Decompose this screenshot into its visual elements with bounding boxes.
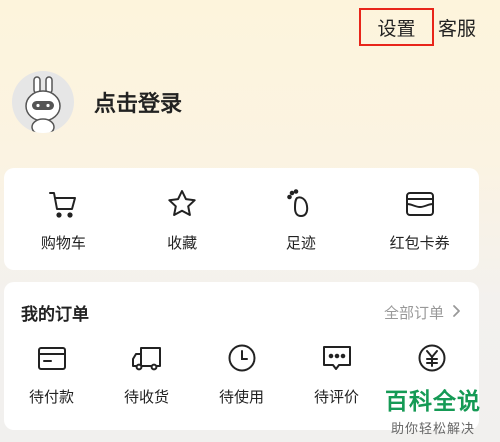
robot-avatar-icon[interactable] — [12, 71, 74, 133]
watermark-title: 百科全说 — [385, 389, 481, 415]
settings-button[interactable]: 设置 — [359, 8, 434, 46]
profile-section[interactable]: 点击登录 — [12, 70, 182, 134]
yen-icon — [414, 340, 450, 376]
chevron-right-icon — [452, 304, 461, 322]
footprint-icon — [283, 186, 319, 222]
pending-payment-label: 待付款 — [28, 388, 74, 406]
login-link[interactable]: 点击登录 — [94, 86, 182, 118]
coupons-label: 红包卡券 — [389, 234, 450, 252]
cart-entry[interactable]: 购物车 — [4, 168, 123, 270]
cart-icon — [45, 186, 81, 222]
comment-icon — [319, 340, 355, 376]
customer-service-button[interactable]: 客服 — [438, 8, 488, 46]
orders-title: 我的订单 — [21, 305, 89, 325]
wallet-card-icon — [402, 186, 438, 222]
pending-use-entry[interactable]: 待使用 — [194, 340, 289, 407]
favorites-label: 收藏 — [167, 234, 198, 252]
footprint-entry[interactable]: 足迹 — [242, 168, 361, 270]
pending-payment-entry[interactable]: 待付款 — [4, 340, 99, 407]
coupons-entry[interactable]: 红包卡券 — [360, 168, 479, 270]
pending-review-label: 待评价 — [313, 388, 359, 406]
star-icon — [164, 186, 200, 222]
watermark-subtitle: 助你轻松解决 — [390, 422, 475, 437]
watermark-logo: 百科全说 助你轻松解决 — [372, 382, 494, 438]
delivery-truck-icon — [129, 340, 165, 376]
cart-label: 购物车 — [40, 234, 86, 252]
top-bar: 设置 客服 — [0, 0, 500, 56]
pending-use-label: 待使用 — [218, 388, 264, 406]
pending-receipt-label: 待收货 — [123, 388, 169, 406]
favorites-entry[interactable]: 收藏 — [123, 168, 242, 270]
payment-card-icon — [34, 340, 70, 376]
pending-receipt-entry[interactable]: 待收货 — [99, 340, 194, 407]
clock-icon — [224, 340, 260, 376]
all-orders-link[interactable]: 全部订单 — [384, 302, 461, 323]
pending-review-entry[interactable]: 待评价 — [289, 340, 384, 407]
all-orders-label: 全部订单 — [383, 304, 444, 322]
footprint-label: 足迹 — [285, 234, 316, 252]
quick-links-card: 购物车 收藏 足迹 红包卡券 — [4, 168, 479, 270]
